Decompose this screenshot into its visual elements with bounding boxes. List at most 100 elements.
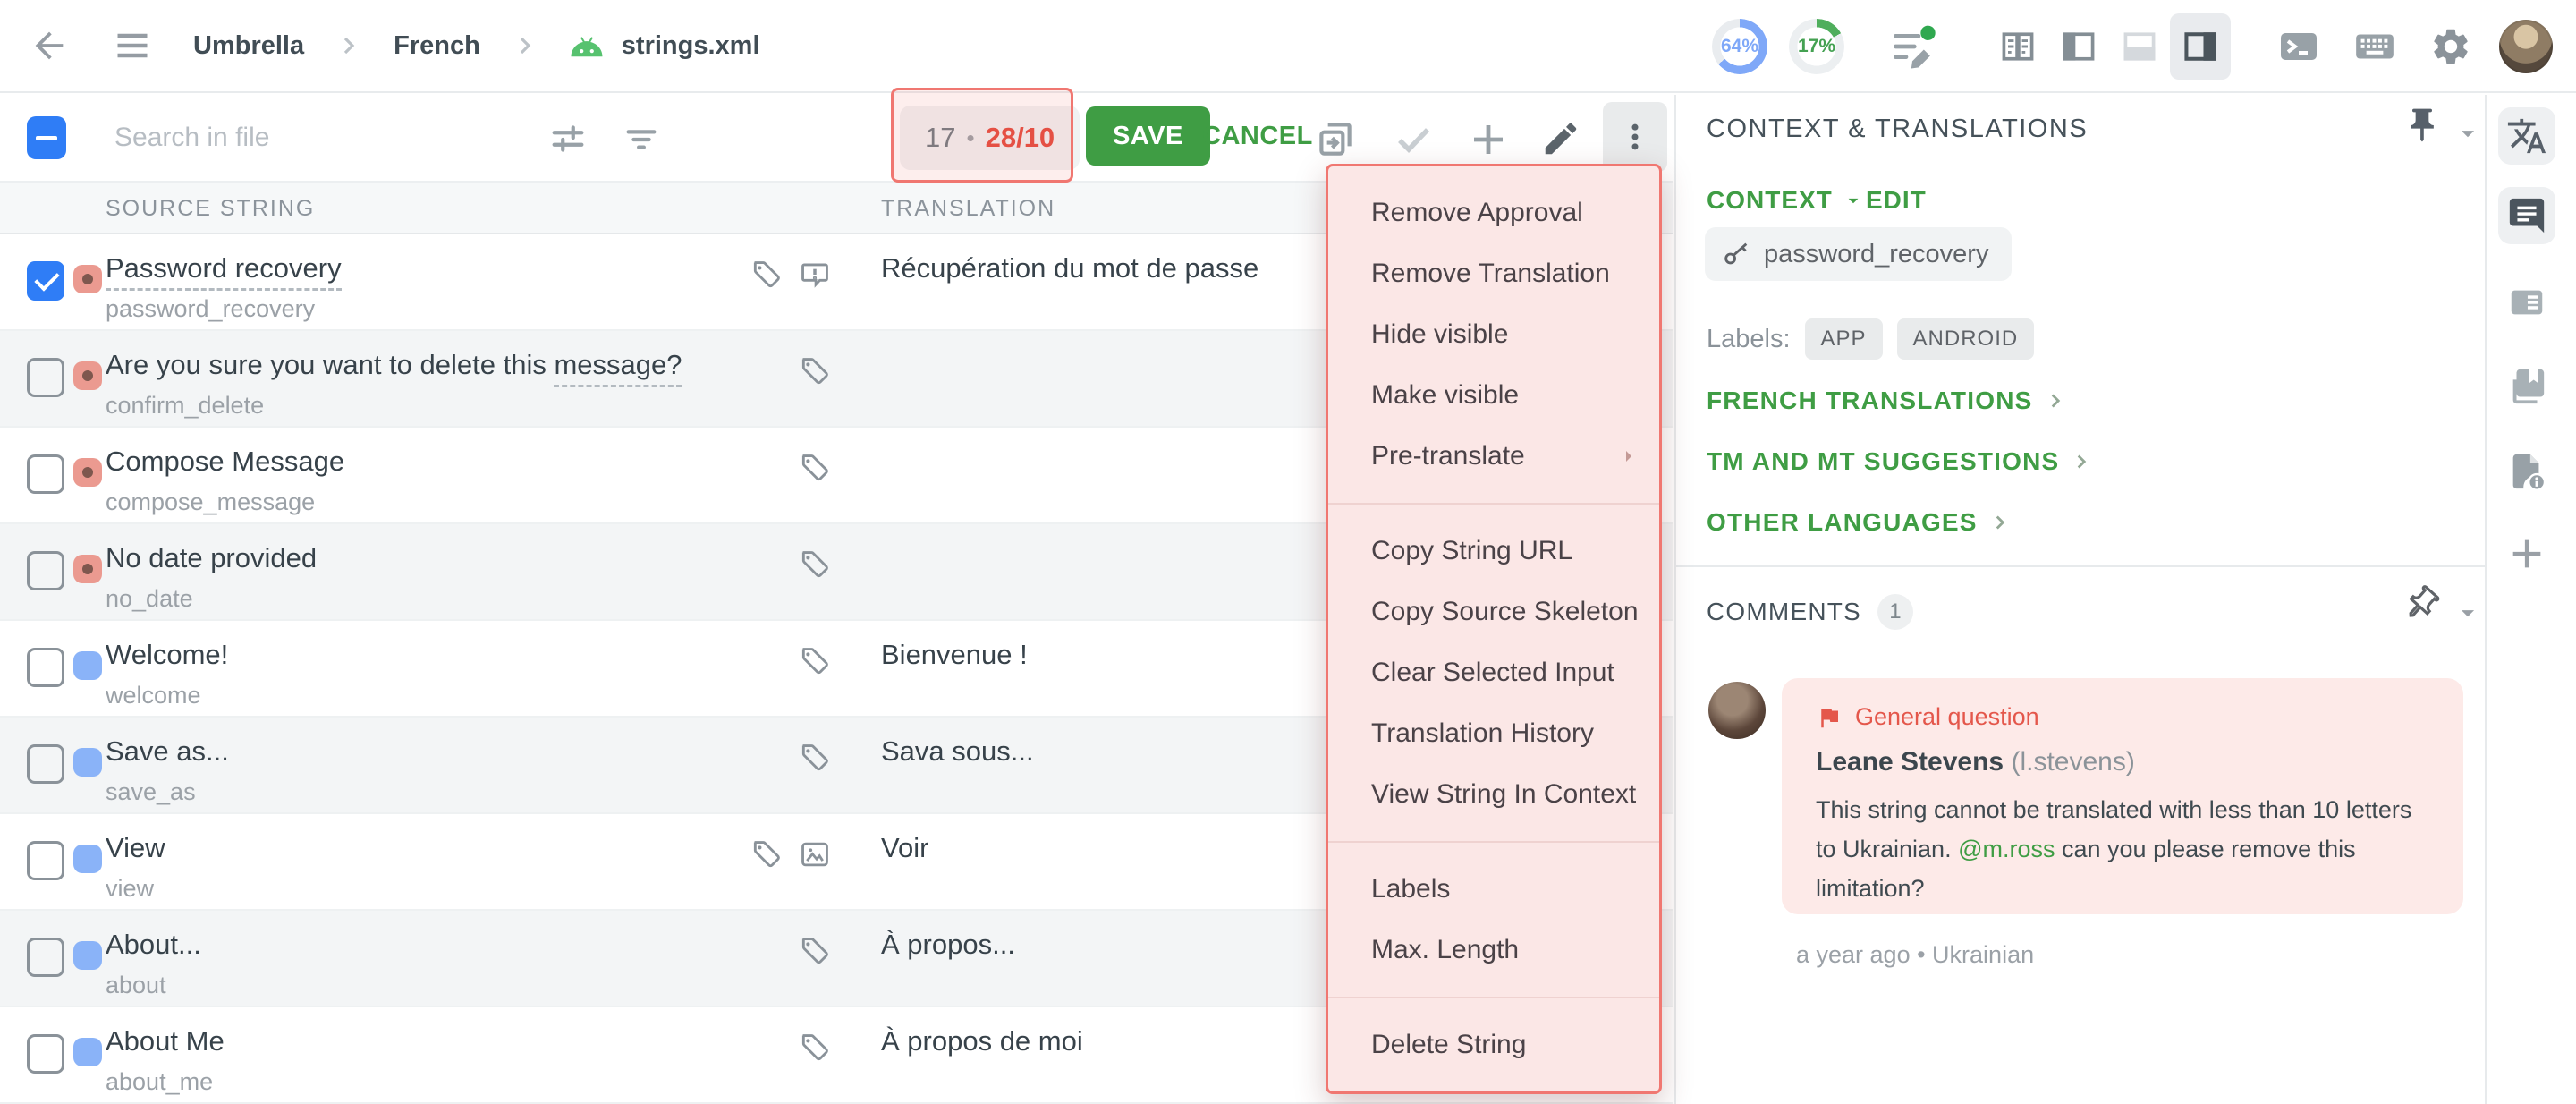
more-options-kebab-button[interactable]: [1603, 102, 1667, 172]
menu-item-hide-visible[interactable]: Hide visible: [1328, 304, 1659, 365]
chevron-right-icon: [1988, 511, 2012, 534]
translation-text: Récupération du mot de passe: [881, 252, 1258, 284]
string-actions-menu: Remove Approval Remove Translation Hide …: [1326, 164, 1662, 1094]
edit-pencil-icon[interactable]: [1540, 118, 1581, 159]
chevron-down-icon[interactable]: [2453, 598, 2483, 628]
pin-icon[interactable]: [2402, 106, 2442, 145]
labels-row: Labels: APP ANDROID: [1707, 318, 2034, 360]
translations-tab-icon[interactable]: [2498, 107, 2555, 165]
filter-icon[interactable]: [621, 118, 662, 159]
translation-text: Bienvenue !: [881, 639, 1028, 671]
hamburger-menu-icon[interactable]: [113, 26, 152, 65]
string-key: compose_message: [106, 488, 315, 516]
tag-icon: [798, 548, 832, 582]
translation-text: À propos de moi: [881, 1025, 1083, 1057]
glossary-tab-icon[interactable]: [2498, 358, 2555, 415]
menu-item-remove-translation[interactable]: Remove Translation: [1328, 243, 1659, 304]
chevron-right-icon: [335, 31, 363, 60]
menu-item-max-length[interactable]: Max. Length: [1328, 920, 1659, 981]
drafts-icon[interactable]: [1887, 21, 1937, 72]
terminal-icon[interactable]: [2277, 25, 2320, 68]
row-checkbox[interactable]: [27, 841, 64, 880]
row-checkbox[interactable]: [27, 454, 64, 494]
status-translated-icon: [73, 1038, 102, 1066]
file-info-tab-icon[interactable]: [2498, 443, 2555, 500]
menu-item-copy-source-skeleton[interactable]: Copy Source Skeleton: [1328, 582, 1659, 642]
back-icon[interactable]: [29, 25, 70, 66]
string-key: save_as: [106, 778, 196, 806]
approved-progress-ring[interactable]: 17%: [1789, 19, 1844, 74]
status-translated-icon: [73, 941, 102, 970]
breadcrumb-language[interactable]: French: [394, 31, 480, 61]
save-button[interactable]: SAVE: [1086, 106, 1210, 166]
tag-icon: [750, 837, 784, 871]
menu-item-labels[interactable]: Labels: [1328, 859, 1659, 920]
settings-gear-icon[interactable]: [2429, 25, 2472, 68]
tag-icon: [798, 934, 832, 968]
left-panel-view-icon[interactable]: [2048, 13, 2109, 80]
side-by-side-view-icon[interactable]: [1987, 13, 2048, 80]
commenter-avatar: [1708, 682, 1766, 739]
comment-alert-icon: [798, 258, 832, 292]
string-identifier-pill[interactable]: password_recovery: [1705, 227, 2012, 281]
status-translated-icon: [73, 748, 102, 777]
right-icon-sidebar: [2485, 95, 2576, 1104]
add-panel-icon[interactable]: [2498, 525, 2555, 582]
copy-source-icon[interactable]: [1313, 116, 1358, 161]
tag-icon: [798, 451, 832, 485]
tag-icon: [798, 1031, 832, 1065]
section-divider: [1676, 565, 2485, 567]
search-input[interactable]: [114, 116, 499, 159]
label-badge[interactable]: ANDROID: [1897, 318, 2035, 360]
context-card-tab-icon[interactable]: [2498, 274, 2555, 331]
edit-context-button[interactable]: EDIT: [1866, 186, 1927, 215]
add-string-icon[interactable]: [1467, 118, 1510, 161]
label-badge[interactable]: APP: [1805, 318, 1883, 360]
menu-item-make-visible[interactable]: Make visible: [1328, 365, 1659, 426]
user-mention[interactable]: @m.ross: [1958, 836, 2055, 862]
keyboard-icon[interactable]: [2352, 24, 2397, 69]
approve-check-icon[interactable]: [1392, 118, 1435, 161]
row-checkbox[interactable]: [27, 358, 64, 397]
flag-icon: [1816, 704, 1843, 731]
section-french-translations[interactable]: FRENCH TRANSLATIONS: [1707, 386, 2067, 415]
menu-item-remove-approval[interactable]: Remove Approval: [1328, 183, 1659, 243]
panel-title: CONTEXT & TRANSLATIONS: [1707, 115, 2088, 144]
row-checkbox[interactable]: [27, 938, 64, 977]
unpin-icon[interactable]: [2394, 577, 2447, 630]
user-avatar[interactable]: [2499, 20, 2553, 73]
translation-text: À propos...: [881, 929, 1015, 961]
row-checkbox[interactable]: [27, 744, 64, 784]
comments-tab-icon[interactable]: [2498, 187, 2555, 244]
menu-item-delete-string[interactable]: Delete String: [1328, 1015, 1659, 1075]
string-position-counter: 17 • 28/10: [900, 106, 1080, 170]
section-tm-mt-suggestions[interactable]: TM AND MT SUGGESTIONS: [1707, 447, 2093, 476]
section-other-languages[interactable]: OTHER LANGUAGES: [1707, 508, 2012, 537]
menu-item-view-string-in-context[interactable]: View String In Context: [1328, 764, 1659, 825]
menu-item-pre-translate[interactable]: Pre-translate: [1328, 426, 1659, 487]
bottom-panel-view-icon[interactable]: [2109, 13, 2170, 80]
tag-icon: [798, 741, 832, 775]
menu-item-copy-string-url[interactable]: Copy String URL: [1328, 521, 1659, 582]
select-all-checkbox[interactable]: [27, 116, 66, 159]
row-checkbox[interactable]: [27, 1034, 64, 1074]
menu-item-translation-history[interactable]: Translation History: [1328, 703, 1659, 764]
cancel-button[interactable]: CANCEL: [1202, 122, 1313, 151]
menu-item-clear-selected-input[interactable]: Clear Selected Input: [1328, 642, 1659, 703]
comment-author[interactable]: Leane Stevens: [1816, 747, 2004, 777]
tag-icon: [750, 258, 784, 292]
chevron-down-icon[interactable]: [2453, 118, 2483, 149]
search-settings-icon[interactable]: [547, 118, 589, 159]
right-panel-view-icon[interactable]: [2170, 13, 2231, 80]
row-checkbox[interactable]: [27, 648, 64, 687]
chevron-right-icon: [2070, 450, 2093, 473]
row-checkbox[interactable]: [27, 261, 64, 301]
breadcrumb-file[interactable]: strings.xml: [622, 31, 760, 61]
breadcrumb-project[interactable]: Umbrella: [193, 31, 304, 61]
context-dropdown[interactable]: CONTEXT: [1707, 186, 1865, 215]
status-translated-icon: [73, 845, 102, 873]
android-icon: [568, 32, 606, 59]
status-untranslated-icon: [73, 361, 102, 390]
row-checkbox[interactable]: [27, 551, 64, 590]
translated-progress-ring[interactable]: 64%: [1712, 19, 1767, 74]
